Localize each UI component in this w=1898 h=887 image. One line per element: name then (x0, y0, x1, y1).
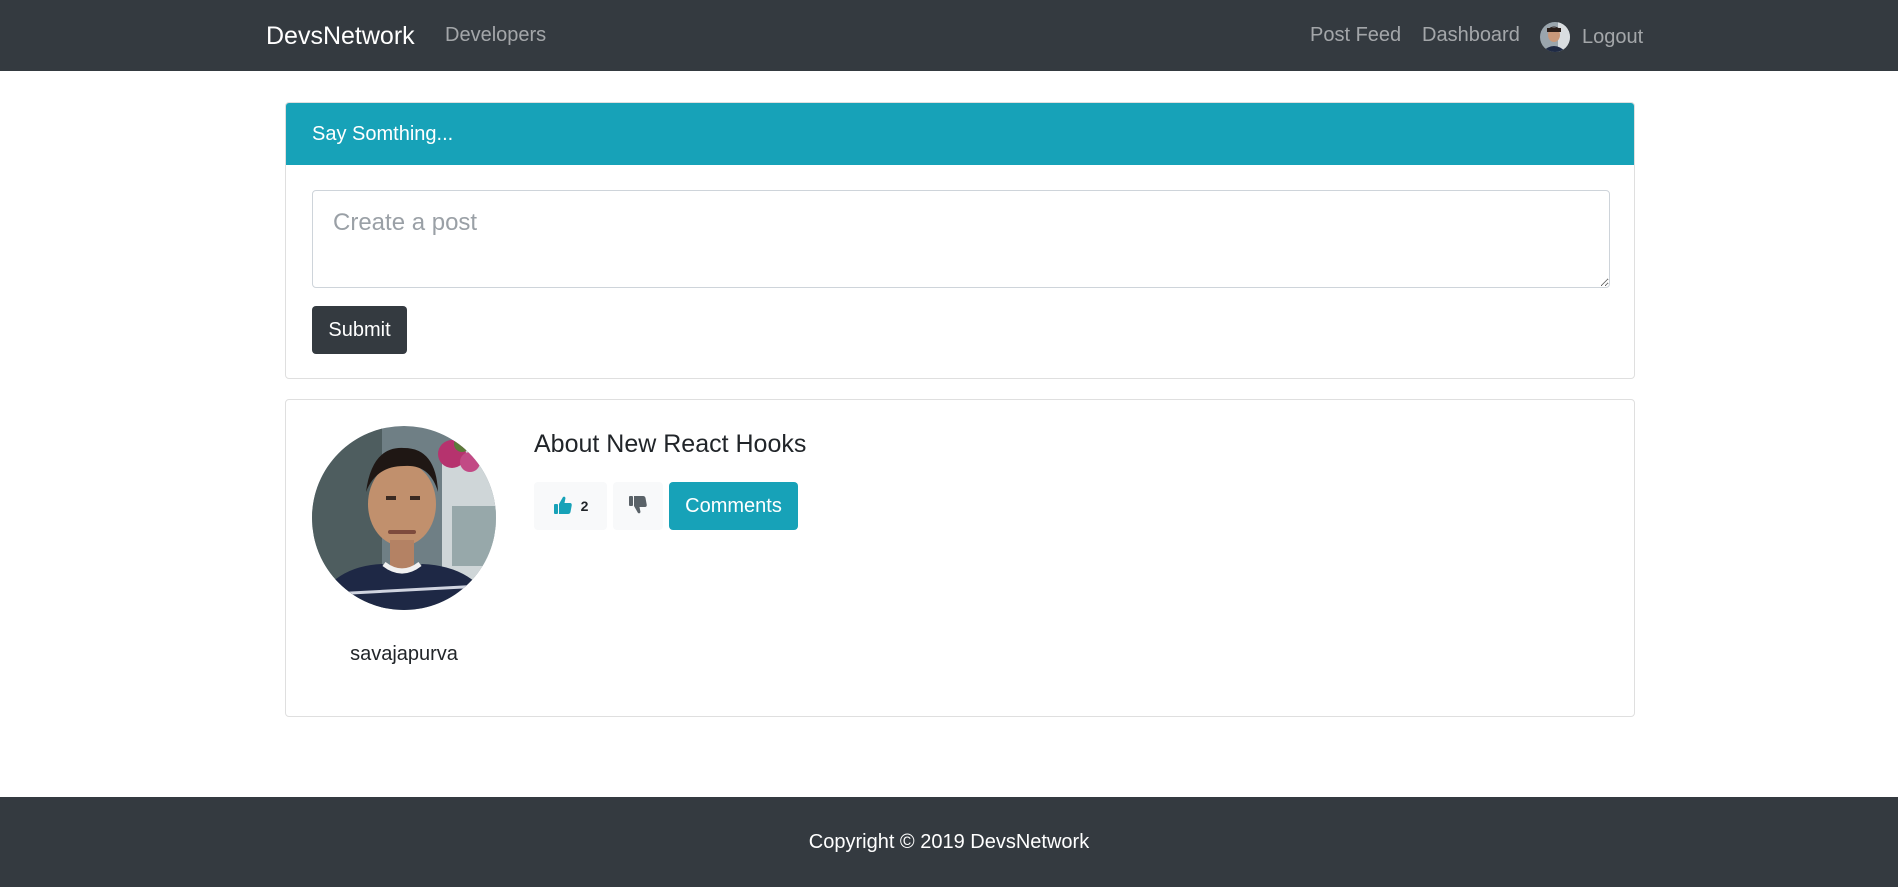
copyright-text: Copyright © 2019 DevsNetwork (808, 831, 1090, 853)
submit-button[interactable]: Submit (312, 306, 407, 354)
thumbs-down-icon (628, 495, 648, 518)
post-form-header: Say Somthing... (286, 103, 1634, 165)
comments-button[interactable]: Comments (669, 482, 798, 530)
nav-developers-link[interactable]: Developers (445, 22, 546, 48)
user-avatar (1540, 22, 1570, 52)
footer: Copyright © 2019 DevsNetwork (0, 797, 1898, 887)
navbar: DevsNetwork Developers Post Feed Dashboa… (0, 0, 1898, 71)
post-text: About New React Hooks (534, 430, 807, 458)
logout-label: Logout (1582, 26, 1644, 48)
like-count: 2 (580, 498, 589, 514)
create-post-textarea[interactable] (312, 190, 1610, 288)
author-name: savajapurva (350, 643, 458, 665)
nav-post-feed-link[interactable]: Post Feed (1310, 22, 1401, 48)
unlike-button[interactable] (613, 482, 663, 530)
like-button[interactable]: 2 (534, 482, 607, 530)
post-form-card: Say Somthing... Submit (285, 102, 1635, 379)
brand-link[interactable]: DevsNetwork (266, 20, 415, 52)
author-avatar[interactable] (312, 426, 496, 610)
thumbs-up-icon (553, 495, 573, 518)
post-card: savajapurva About New React Hooks 2 Comm… (285, 399, 1635, 717)
nav-dashboard-link[interactable]: Dashboard (1422, 22, 1520, 48)
nav-logout-link[interactable]: Logout (1540, 22, 1643, 52)
